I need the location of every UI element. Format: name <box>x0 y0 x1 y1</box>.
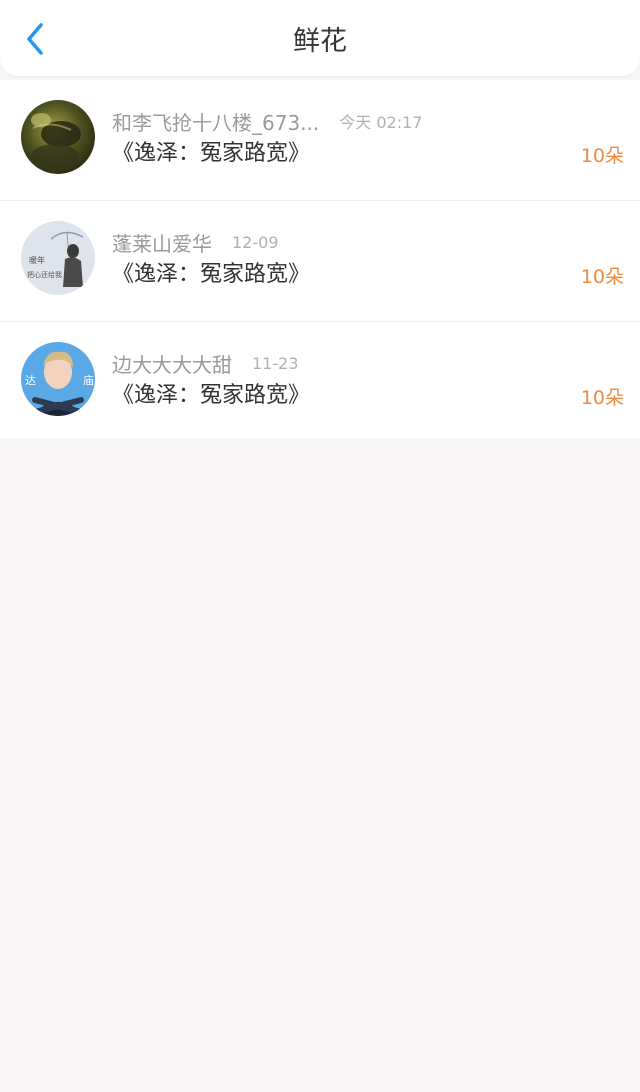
book-title[interactable]: 《逸泽：冤家路宽》 <box>112 138 310 170</box>
timestamp: 今天 02:17 <box>339 113 423 132</box>
list-item[interactable]: 暖年 把心还给我 蓬莱山爱华 12-09 《逸泽：冤家路宽》 10朵 <box>0 200 640 321</box>
username[interactable]: 蓬莱山爱华 <box>112 228 212 257</box>
avatar[interactable]: 达 庙 <box>21 342 95 416</box>
avatar[interactable]: 暖年 把心还给我 <box>21 221 95 295</box>
item-meta: 和李飞抢十八楼_673... 今天 02:17 <box>112 106 422 136</box>
timestamp: 11-23 <box>252 353 299 373</box>
svg-text:庙: 庙 <box>83 373 94 387</box>
timestamp: 12-09 <box>232 232 279 252</box>
book-title[interactable]: 《逸泽：冤家路宽》 <box>112 259 310 291</box>
flower-list: 和李飞抢十八楼_673... 今天 02:17 《逸泽：冤家路宽》 10朵 暖年… <box>0 80 640 438</box>
page-title: 鲜花 <box>293 26 347 57</box>
username[interactable]: 和李飞抢十八楼_673... <box>112 107 319 136</box>
username[interactable]: 边大大大大甜 <box>112 349 232 378</box>
list-item[interactable]: 达 庙 边大大大大甜 11-23 《逸泽：冤家路宽》 10朵 <box>0 321 640 442</box>
svg-text:达: 达 <box>25 374 36 387</box>
svg-text:暖年: 暖年 <box>29 255 45 265</box>
flower-count: 10朵 <box>580 266 624 288</box>
avatar[interactable] <box>21 100 95 174</box>
svg-text:把心还给我: 把心还给我 <box>27 270 62 279</box>
flower-count: 10朵 <box>580 387 624 409</box>
flower-count: 10朵 <box>580 145 624 167</box>
top-bar: 鲜花 <box>0 0 640 76</box>
item-meta: 蓬莱山爱华 12-09 <box>112 227 279 257</box>
book-title[interactable]: 《逸泽：冤家路宽》 <box>112 380 310 412</box>
item-meta: 边大大大大甜 11-23 <box>112 348 299 378</box>
list-item[interactable]: 和李飞抢十八楼_673... 今天 02:17 《逸泽：冤家路宽》 10朵 <box>0 80 640 200</box>
